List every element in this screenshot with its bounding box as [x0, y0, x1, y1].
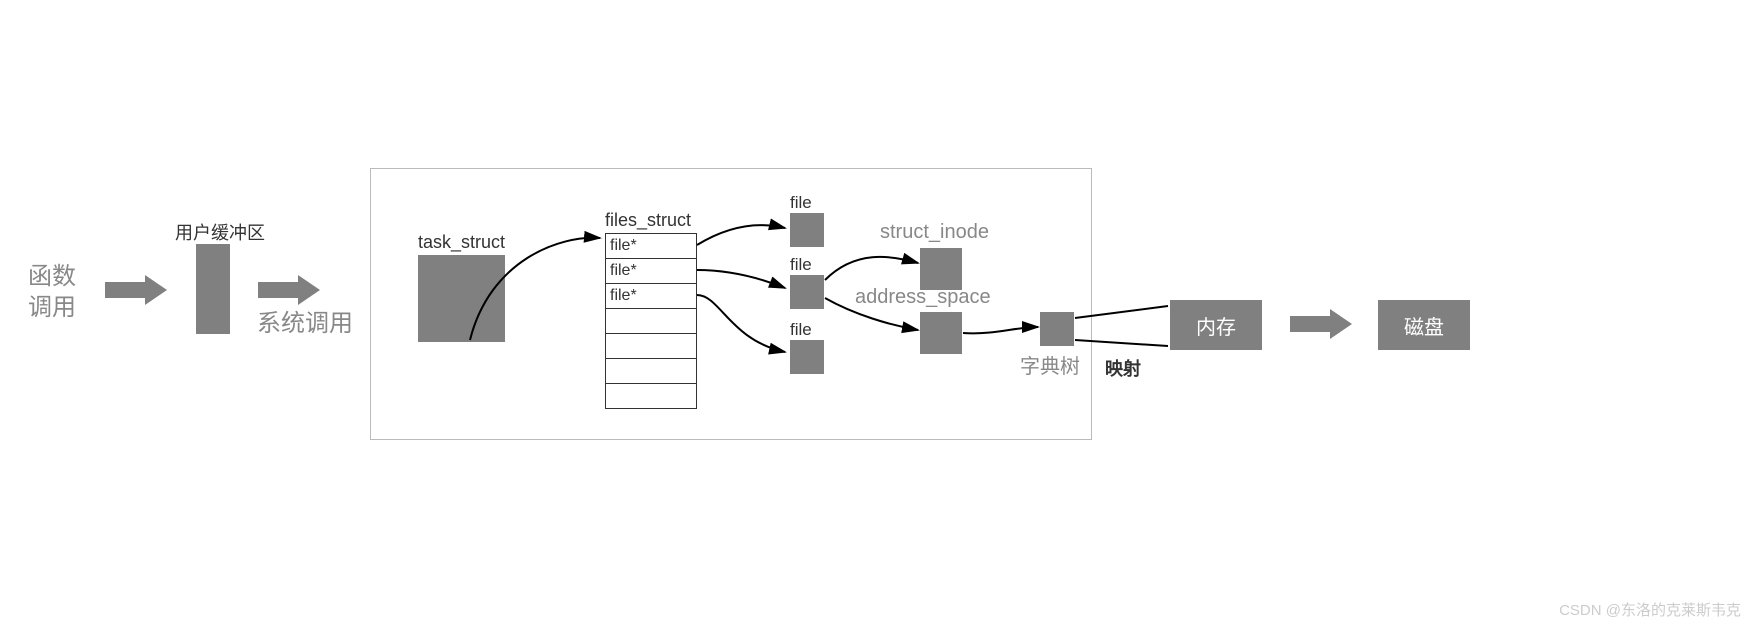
- file-box: [790, 213, 824, 247]
- fd-table-row: [606, 309, 696, 334]
- syscall-label: 系统调用: [257, 308, 353, 339]
- function-call-label: 函数 调用: [28, 261, 76, 323]
- file-box: [790, 340, 824, 374]
- memory-box: 内存: [1170, 300, 1262, 350]
- fd-table-row: [606, 359, 696, 384]
- user-buffer-label: 用户缓冲区: [175, 219, 265, 245]
- dict-tree-label: 字典树: [1020, 350, 1080, 379]
- address-space-label: address_space: [855, 286, 991, 309]
- file-label: file: [790, 255, 812, 275]
- file-box: [790, 275, 824, 309]
- disk-box: 磁盘: [1378, 300, 1470, 350]
- file-label: file: [790, 320, 812, 340]
- fd-table-row: file*: [606, 259, 696, 284]
- struct-inode-label: struct_inode: [880, 221, 989, 244]
- mapping-label: 映射: [1105, 355, 1141, 381]
- task-struct-box: [418, 255, 505, 342]
- struct-inode-box: [920, 248, 962, 290]
- fd-table-row: file*: [606, 234, 696, 259]
- files-struct-label: files_struct: [605, 210, 691, 231]
- task-struct-label: task_struct: [418, 232, 505, 253]
- fd-table-row: file*: [606, 284, 696, 309]
- file-label: file: [790, 193, 812, 213]
- fd-table: file* file* file*: [605, 233, 697, 409]
- dict-tree-box: [1040, 312, 1074, 346]
- watermark: CSDN @东洛的克莱斯韦克: [1559, 599, 1741, 620]
- fd-table-row: [606, 384, 696, 408]
- fd-table-row: [606, 334, 696, 359]
- address-space-box: [920, 312, 962, 354]
- user-buffer-box: [196, 244, 230, 334]
